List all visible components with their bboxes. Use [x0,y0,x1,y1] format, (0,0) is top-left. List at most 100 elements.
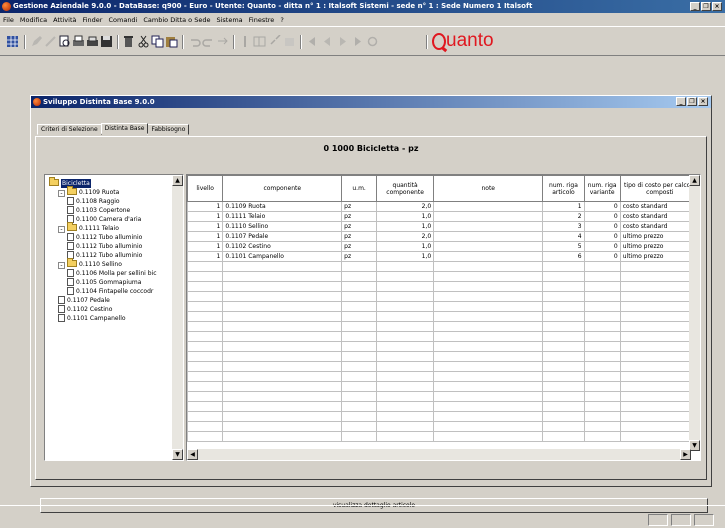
table-cell[interactable]: 0 [583,201,621,212]
table-cell[interactable] [542,311,585,322]
table-cell[interactable] [542,411,585,422]
table-cell[interactable] [542,301,585,312]
table-cell[interactable]: ultimo prezzo [619,241,700,252]
table-cell[interactable]: costo standard [619,201,700,212]
table-cell[interactable] [222,301,343,312]
table-cell[interactable]: 0.1111 Telaio [222,211,343,222]
table-cell[interactable]: 0 [583,251,621,262]
table-cell[interactable] [619,431,700,442]
table-cell[interactable] [583,321,621,332]
table-cell[interactable] [222,291,343,302]
table-row[interactable] [187,271,700,282]
table-cell[interactable]: 4 [542,231,585,242]
tree-node[interactable]: 0.1112 Tubo alluminio [67,242,142,251]
navigate-icon[interactable] [216,35,229,48]
table-cell[interactable] [542,271,585,282]
table-cell[interactable] [542,351,585,362]
grid-scroll-right-button[interactable]: ▶ [680,449,691,460]
table-cell[interactable] [341,341,378,352]
table-cell[interactable] [341,391,378,402]
grid-icon[interactable] [6,35,19,48]
column-header[interactable]: componente [222,175,343,202]
table-cell[interactable] [341,311,378,322]
table-cell[interactable] [222,281,343,292]
components-grid[interactable]: livello componente u.m. quantità componente… [186,174,701,461]
table-cell[interactable]: costo standard [619,221,700,232]
table-cell[interactable] [341,381,378,392]
table-row[interactable]: 1 0.1102 Cestino pz 1,0 5 0 ultimo prezzo [187,241,700,252]
table-cell[interactable] [583,361,621,372]
link-icon[interactable] [269,35,282,48]
table-cell[interactable] [583,401,621,412]
table-cell[interactable] [433,261,544,272]
next-record-icon[interactable] [336,35,349,48]
table-cell[interactable]: 0.1102 Cestino [222,241,343,252]
table-cell[interactable] [619,351,700,362]
table-cell[interactable] [341,421,378,432]
table-cell[interactable] [583,341,621,352]
menu-item-4[interactable]: Comandi [108,16,137,24]
table-cell[interactable] [433,221,544,232]
table-cell[interactable] [542,421,585,432]
bom-tree[interactable]: ▲ ▼ Bicicletta - 0.1109 Ruota 0.1108 Raggio… [44,174,184,461]
tree-node[interactable]: 0.1103 Copertone [67,206,130,215]
table-cell[interactable] [187,421,224,432]
save-icon[interactable] [100,35,113,48]
table-row[interactable] [187,361,700,372]
table-cell[interactable] [619,371,700,382]
tree-node[interactable]: 0.1102 Cestino [58,305,112,314]
close-button[interactable]: × [712,2,722,11]
tree-node[interactable]: - 0.1111 Telaio [58,222,119,233]
table-cell[interactable] [542,371,585,382]
table-row[interactable] [187,281,700,292]
table-cell[interactable]: pz [341,201,378,212]
table-cell[interactable]: 0 [583,221,621,232]
table-cell[interactable] [376,311,435,322]
table-cell[interactable]: 1,0 [376,211,435,222]
table-cell[interactable] [341,281,378,292]
redo-icon[interactable] [202,35,215,48]
table-cell[interactable] [187,351,224,362]
table-cell[interactable] [341,291,378,302]
tree-scrollbar[interactable]: ▲ ▼ [172,175,183,460]
table-cell[interactable] [542,381,585,392]
table-cell[interactable]: 3 [542,221,585,232]
table-cell[interactable] [376,401,435,412]
table-cell[interactable] [187,381,224,392]
table-cell[interactable] [583,261,621,272]
column-header[interactable]: num. riga variante [583,175,621,202]
table-row[interactable] [187,291,700,302]
table-cell[interactable] [222,421,343,432]
table-cell[interactable] [542,401,585,412]
table-cell[interactable] [222,351,343,362]
menu-item-7[interactable]: Finestre [249,16,275,24]
table-cell[interactable] [222,431,343,442]
table-cell[interactable] [376,351,435,362]
table-cell[interactable] [583,371,621,382]
table-cell[interactable] [222,401,343,412]
menu-item-6[interactable]: Sistema [216,16,242,24]
print-setup-icon[interactable] [86,35,99,48]
menu-item-0[interactable]: File [3,16,14,24]
table-row[interactable] [187,351,700,362]
table-cell[interactable]: 2,0 [376,201,435,212]
table-cell[interactable] [187,341,224,352]
table-row[interactable] [187,401,700,412]
table-cell[interactable] [222,311,343,322]
column-header[interactable]: tipo di costo per calcolo composti [619,175,700,202]
table-cell[interactable]: 0.1109 Ruota [222,201,343,212]
collapse-toggle-icon[interactable]: - [58,226,65,233]
table-cell[interactable] [222,371,343,382]
table-cell[interactable] [222,411,343,422]
table-cell[interactable] [619,281,700,292]
table-cell[interactable]: 1 [187,211,224,222]
table-cell[interactable] [187,361,224,372]
draw-icon[interactable] [44,35,57,48]
tree-node[interactable]: 0.1101 Campanello [58,314,126,323]
minimize-button[interactable]: _ [690,2,700,11]
table-cell[interactable]: 1 [187,221,224,232]
table-cell[interactable] [376,391,435,402]
table-cell[interactable] [619,391,700,402]
table-cell[interactable]: pz [341,211,378,222]
table-row[interactable] [187,321,700,332]
